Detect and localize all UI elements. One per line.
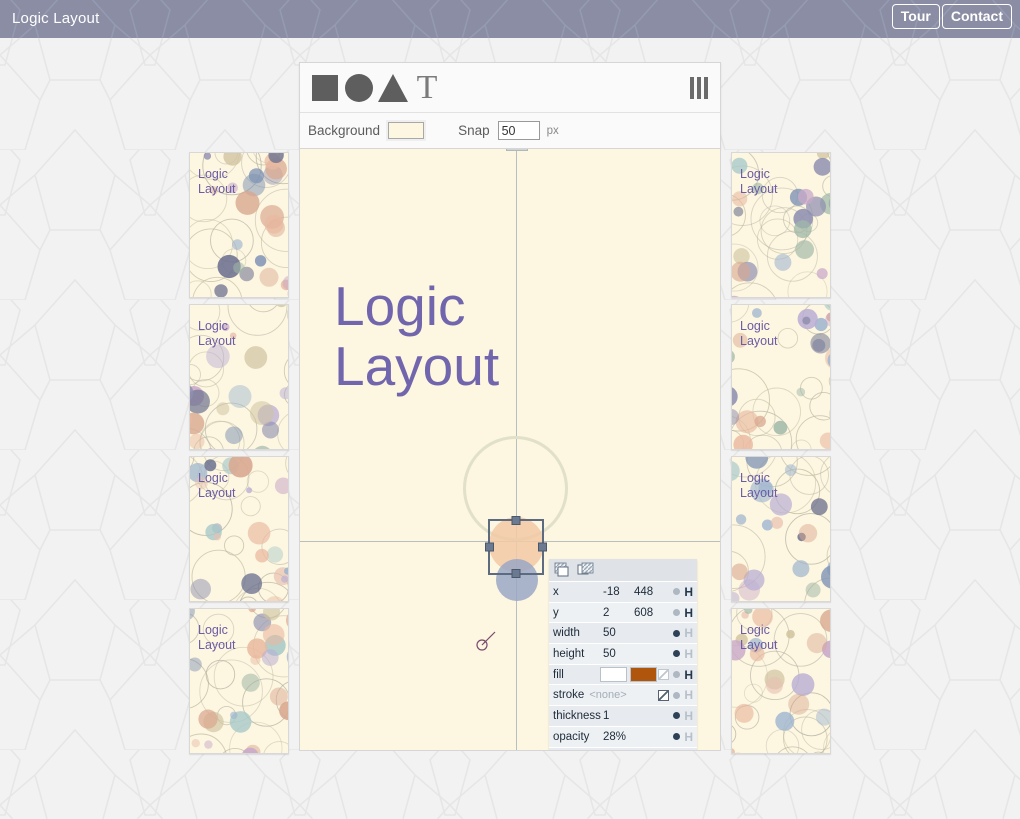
thumbnail-card[interactable]: Logic Layout — [731, 608, 831, 754]
editor: T Background Snap px Logic Layout — [299, 62, 721, 751]
property-value-opacity[interactable]: 28% — [603, 731, 634, 743]
resize-handle-top[interactable] — [512, 516, 521, 525]
property-label-fill: fill — [549, 669, 600, 681]
text-shape-icon[interactable]: T — [410, 71, 444, 105]
top-bar-actions: Tour Contact — [892, 4, 1012, 29]
property-row-height[interactable]: height50 H — [549, 643, 697, 664]
property-icons-height: H — [673, 648, 697, 660]
thumbnail-card[interactable]: Logic Layout — [731, 456, 831, 602]
property-row-count[interactable]: count23H — [549, 747, 697, 752]
range-icon-x[interactable]: H — [684, 586, 693, 598]
property-row-fill[interactable]: fill H — [549, 664, 697, 685]
range-icon-width[interactable]: H — [684, 627, 693, 639]
properties-panel-header — [549, 559, 697, 581]
property-icons-x: H — [673, 586, 697, 598]
resize-handle-bottom[interactable] — [512, 569, 521, 578]
thumbnail-card[interactable]: Logic Layout — [189, 304, 289, 450]
property-label-thickness: thickness — [549, 710, 603, 722]
randomize-dot-thickness[interactable] — [673, 712, 680, 719]
color-swatch-1[interactable] — [630, 667, 657, 682]
no-color-icon-fill[interactable] — [658, 669, 669, 680]
selection-box[interactable] — [488, 519, 544, 575]
canvas-title-text[interactable]: Logic Layout — [334, 276, 499, 396]
property-icons-thickness: H — [673, 710, 697, 722]
color-swatch-0[interactable] — [600, 667, 627, 682]
snap-unit-label: px — [547, 125, 559, 137]
property-value-stroke[interactable]: <none> — [589, 689, 635, 701]
thumbnail-card[interactable]: Logic Layout — [731, 152, 831, 298]
settings-tool-row: Background Snap px — [300, 113, 720, 148]
randomize-dot-stroke[interactable] — [673, 692, 680, 699]
property-icons-fill: H — [658, 669, 697, 681]
thumbnail-card[interactable]: Logic Layout — [731, 304, 831, 450]
property-label-x: x — [549, 586, 603, 598]
range-icon-fill[interactable]: H — [684, 669, 693, 681]
range-icon-y[interactable]: H — [684, 607, 693, 619]
shape-tool-row: T — [300, 63, 720, 113]
range-icon-opacity[interactable]: H — [684, 731, 693, 743]
randomize-dot-width[interactable] — [673, 630, 680, 637]
grip-icon[interactable] — [690, 77, 708, 99]
property-row-opacity[interactable]: opacity28% H — [549, 726, 697, 747]
properties-panel: x-18448 Hy2608 Hwidth50 Hheight50 Hfill Hstro… — [549, 559, 697, 751]
property-value-thickness[interactable]: 1 — [603, 710, 634, 722]
property-icons-width: H — [673, 627, 697, 639]
thumbnail-card[interactable]: Logic Layout — [189, 152, 289, 298]
property-label-opacity: opacity — [549, 731, 603, 743]
property-icons-y: H — [673, 607, 697, 619]
property-value-width[interactable]: 50 — [603, 627, 634, 639]
property-icons-opacity: H — [673, 731, 697, 743]
layer-front-icon[interactable] — [553, 562, 572, 578]
contact-button[interactable]: Contact — [942, 4, 1012, 29]
property-label-y: y — [549, 607, 603, 619]
range-icon-thickness[interactable]: H — [684, 710, 693, 722]
snap-label: Snap — [458, 123, 490, 138]
triangle-shape-icon[interactable] — [376, 71, 410, 105]
layer-back-icon[interactable] — [576, 562, 595, 578]
range-icon-stroke[interactable]: H — [684, 689, 693, 701]
snap-input[interactable] — [498, 121, 540, 140]
property-label-stroke: stroke — [549, 689, 589, 701]
editor-toolbar: T Background Snap px — [299, 62, 721, 149]
circle-shape-icon[interactable] — [342, 71, 376, 105]
resize-handle-right[interactable] — [538, 543, 547, 552]
randomize-dot-x[interactable] — [673, 588, 680, 595]
property-value2-x[interactable]: 448 — [634, 586, 666, 598]
thumbnail-column-left: Logic LayoutLogic LayoutLogic LayoutLogi… — [189, 152, 289, 760]
top-bar-pattern — [0, 0, 1020, 38]
square-shape-icon[interactable] — [308, 71, 342, 105]
background-label: Background — [308, 123, 380, 138]
property-icons-stroke: H — [658, 689, 697, 701]
property-row-width[interactable]: width50 H — [549, 622, 697, 643]
randomize-dot-y[interactable] — [673, 609, 680, 616]
property-value-x[interactable]: -18 — [603, 586, 634, 598]
thumbnail-column-right: Logic LayoutLogic LayoutLogic LayoutLogi… — [731, 152, 831, 760]
property-row-thickness[interactable]: thickness1 H — [549, 705, 697, 726]
property-label-height: height — [549, 648, 603, 660]
randomize-dot-opacity[interactable] — [673, 733, 680, 740]
top-bar: Logic Layout Tour Contact — [0, 0, 1020, 38]
range-icon-height[interactable]: H — [684, 648, 693, 660]
property-label-width: width — [549, 627, 603, 639]
randomize-dot-height[interactable] — [673, 650, 680, 657]
guide-handle[interactable] — [506, 149, 528, 151]
randomize-dot-fill[interactable] — [673, 671, 680, 678]
thumbnail-card[interactable]: Logic Layout — [189, 608, 289, 754]
property-value2-y[interactable]: 608 — [634, 607, 666, 619]
property-value-height[interactable]: 50 — [603, 648, 634, 660]
property-swatches-fill — [600, 667, 659, 682]
property-row-stroke[interactable]: stroke<none> H — [549, 684, 697, 705]
rotation-handle-icon[interactable] — [476, 631, 496, 651]
no-color-icon-stroke[interactable] — [658, 690, 669, 701]
app-title: Logic Layout — [12, 0, 99, 38]
property-row-y[interactable]: y2608 H — [549, 602, 697, 623]
tour-button[interactable]: Tour — [892, 4, 940, 29]
design-canvas[interactable]: Logic Layout — [299, 149, 721, 751]
thumbnail-card[interactable]: Logic Layout — [189, 456, 289, 602]
resize-handle-left[interactable] — [485, 543, 494, 552]
background-color-swatch[interactable] — [388, 122, 424, 139]
property-value-y[interactable]: 2 — [603, 607, 634, 619]
property-row-x[interactable]: x-18448 H — [549, 581, 697, 602]
